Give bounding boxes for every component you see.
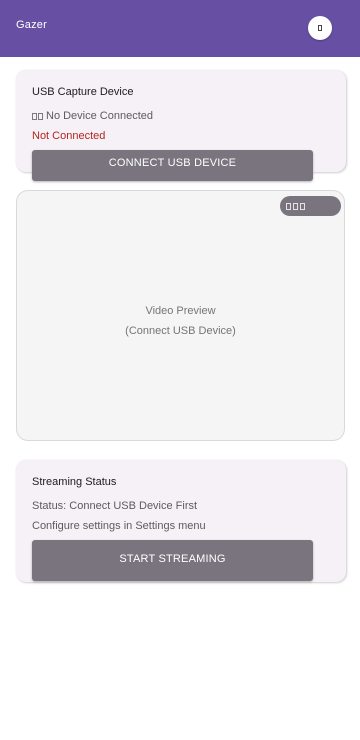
settings-button[interactable] xyxy=(308,16,332,40)
streaming-status-text: Status: Connect USB Device First xyxy=(32,500,198,512)
streaming-card-title: Streaming Status xyxy=(32,476,117,488)
streaming-status-card: Streaming Status Status: Connect USB Dev… xyxy=(16,460,346,582)
video-preview: Video Preview (Connect USB Device) xyxy=(16,190,345,441)
preview-subtitle: (Connect USB Device) xyxy=(125,325,236,337)
connect-usb-button[interactable]: CONNECT USB DEVICE xyxy=(32,150,313,181)
device-status-text: No Device Connected xyxy=(46,110,154,122)
start-streaming-button[interactable]: START STREAMING xyxy=(32,540,313,581)
app-bar: Gazer xyxy=(0,0,360,57)
connection-status: Not Connected xyxy=(32,130,106,142)
streaming-hint: Configure settings in Settings menu xyxy=(32,520,206,532)
preview-options-button[interactable] xyxy=(280,196,341,216)
app-title: Gazer xyxy=(16,19,47,31)
usb-icon xyxy=(32,112,43,120)
settings-icon xyxy=(318,25,322,31)
preview-title: Video Preview xyxy=(145,305,216,317)
preview-options-icon xyxy=(286,202,291,210)
usb-card-title: USB Capture Device xyxy=(32,86,134,98)
usb-device-card: USB Capture Device No Device Connected N… xyxy=(16,70,346,181)
device-status-line: No Device Connected xyxy=(32,110,153,122)
